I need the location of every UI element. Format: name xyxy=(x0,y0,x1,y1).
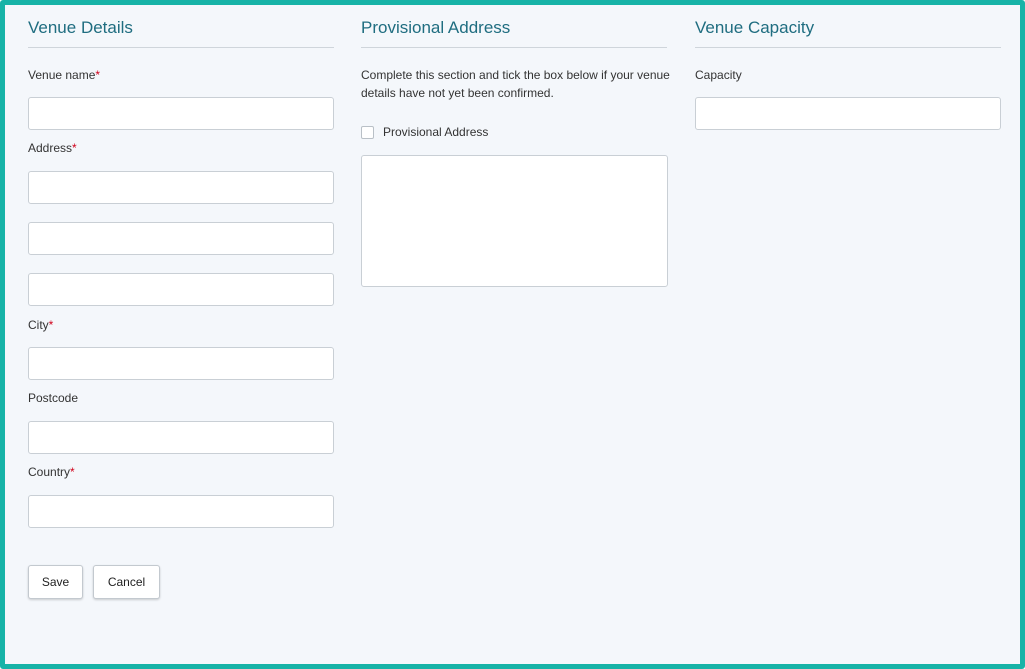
section-divider xyxy=(695,47,1001,48)
address-line-3-input[interactable] xyxy=(28,273,334,306)
required-marker: * xyxy=(95,68,101,82)
required-marker: * xyxy=(70,465,75,479)
cancel-button[interactable]: Cancel xyxy=(93,565,160,599)
postcode-label: Postcode xyxy=(28,391,79,405)
city-label-text: City xyxy=(28,318,49,332)
capacity-input[interactable] xyxy=(695,97,1001,130)
provisional-address-title: Provisional Address xyxy=(361,18,511,37)
save-button[interactable]: Save xyxy=(28,565,83,599)
country-label: Country* xyxy=(28,465,75,479)
venue-name-label: Venue name* xyxy=(28,68,100,82)
provisional-address-hint: Complete this section and tick the box b… xyxy=(361,68,670,100)
country-label-text: Country xyxy=(28,465,71,479)
city-label: City* xyxy=(28,318,53,332)
venue-details-title: Venue Details xyxy=(28,18,133,37)
venue-capacity-title: Venue Capacity xyxy=(695,18,815,37)
venue-name-label-text: Venue name xyxy=(28,68,96,82)
address-line-2-input[interactable] xyxy=(28,222,334,255)
provisional-address-checkbox-label[interactable]: Provisional Address xyxy=(383,125,488,139)
country-input[interactable] xyxy=(28,495,334,528)
required-marker: * xyxy=(72,141,77,155)
provisional-address-textarea[interactable] xyxy=(361,155,668,287)
address-label: Address* xyxy=(28,141,77,155)
capacity-label: Capacity xyxy=(695,68,742,82)
postcode-input[interactable] xyxy=(28,421,334,454)
required-marker: * xyxy=(48,318,54,332)
provisional-address-checkbox[interactable] xyxy=(361,125,374,139)
venue-name-input[interactable] xyxy=(28,97,334,130)
provisional-address-checkbox-row[interactable]: Provisional Address xyxy=(361,124,488,140)
city-input[interactable] xyxy=(28,347,334,380)
address-label-text: Address xyxy=(28,141,73,155)
address-line-1-input[interactable] xyxy=(28,171,334,204)
section-divider xyxy=(361,47,667,48)
venue-form: Venue Details Venue name* Address* City*… xyxy=(0,0,1025,669)
section-divider xyxy=(28,47,334,48)
